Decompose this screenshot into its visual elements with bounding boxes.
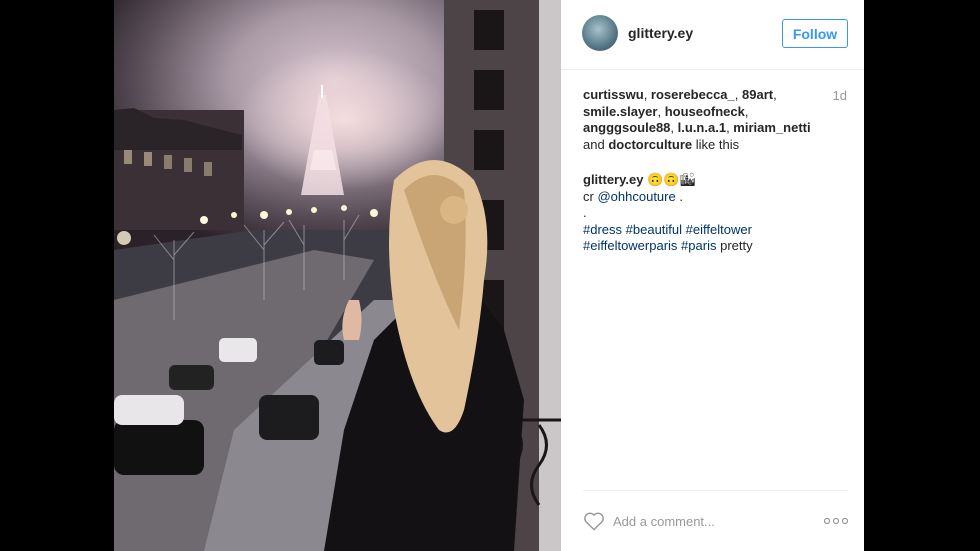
credit-mention-link[interactable]: @ohhcouture xyxy=(597,189,675,204)
liker-link[interactable]: curtisswu xyxy=(583,87,644,102)
eiffel-tower-illustration xyxy=(301,85,344,195)
left-buildings xyxy=(114,108,244,230)
hashtag-link[interactable]: #dress xyxy=(583,222,622,237)
liker-link[interactable]: roserebecca_ xyxy=(651,87,735,102)
likes-suffix: like this xyxy=(695,136,740,152)
hashtag-link[interactable]: #eiffeltowerparis xyxy=(583,238,677,253)
caption-author-link[interactable]: glittery.ey xyxy=(583,172,643,187)
liker-link[interactable]: smile.slayer xyxy=(583,104,657,119)
caption-trailing-text: pretty xyxy=(720,238,753,253)
liker-link[interactable]: doctorculture xyxy=(608,137,692,152)
credit-suffix: . xyxy=(679,188,683,204)
caption-emoji: 🙃🙃🏙 xyxy=(647,172,696,187)
photo-scene xyxy=(114,0,561,551)
post-timestamp[interactable]: 1d xyxy=(833,88,847,103)
liker-link[interactable]: angggsoule88 xyxy=(583,120,670,135)
liker-link[interactable]: l.u.n.a.1 xyxy=(678,120,726,135)
post-photo[interactable] xyxy=(114,0,561,551)
username-link[interactable]: glittery.ey xyxy=(628,25,693,41)
avatar[interactable] xyxy=(582,15,618,51)
post-details-panel: glittery.ey Follow curtisswu, roserebecc… xyxy=(561,0,864,551)
post-actions xyxy=(583,490,848,551)
heart-icon[interactable] xyxy=(583,511,605,531)
post-header: glittery.ey Follow xyxy=(561,0,864,70)
hashtag-link[interactable]: #paris xyxy=(681,238,716,253)
hashtag-link[interactable]: #beautiful xyxy=(626,222,682,237)
follow-button[interactable]: Follow xyxy=(782,19,848,48)
caption-dot: . xyxy=(583,205,587,220)
likes-summary: curtisswu, roserebecca_, 89art, smile.sl… xyxy=(583,87,811,152)
liker-link[interactable]: 89art xyxy=(742,87,773,102)
more-options-icon[interactable] xyxy=(824,516,848,526)
credit-prefix: cr xyxy=(583,188,594,204)
liker-link[interactable]: miriam_netti xyxy=(733,120,810,135)
liker-link[interactable]: houseofneck xyxy=(665,104,745,119)
likes-and-text: and xyxy=(583,136,605,152)
comment-input[interactable] xyxy=(613,510,813,532)
hashtag-link[interactable]: #eiffeltower xyxy=(686,222,752,237)
post-caption: glittery.ey 🙃🙃🏙 cr @ohhcouture . . #dres… xyxy=(583,172,848,255)
